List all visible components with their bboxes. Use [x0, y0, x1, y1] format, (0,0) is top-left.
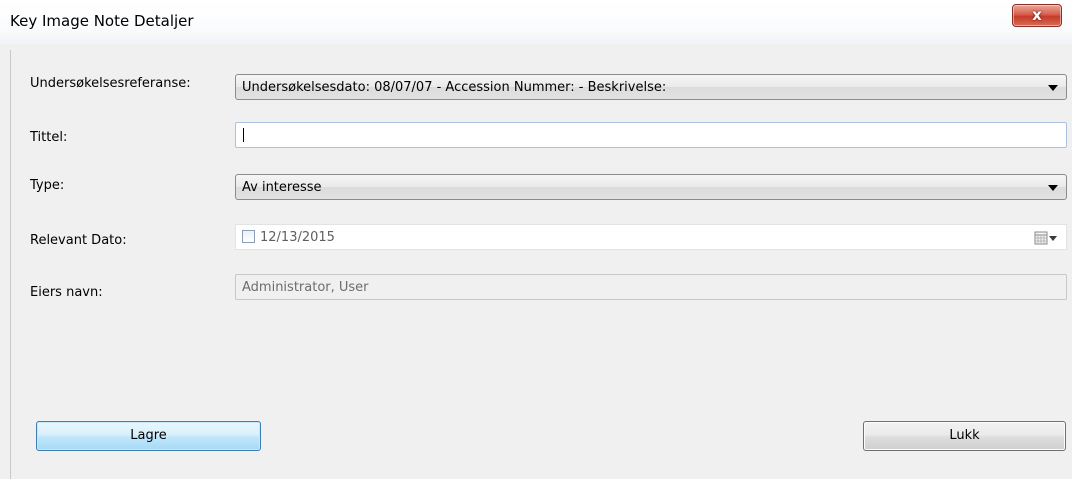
save-button[interactable]: Lagre [36, 421, 261, 451]
title-label: Tittel: [30, 130, 68, 145]
close-icon: x [1032, 6, 1042, 24]
relevant-date-label: Relevant Dato: [30, 233, 127, 248]
calendar-icon[interactable] [1034, 231, 1058, 245]
chevron-down-icon [1048, 85, 1058, 91]
exam-reference-value: Undersøkelsesdato: 08/07/07 - Accession … [242, 80, 667, 95]
type-dropdown[interactable]: Av interesse [235, 174, 1067, 200]
relevant-date-picker[interactable]: 12/13/2015 [235, 224, 1067, 250]
chevron-down-icon [1048, 185, 1058, 191]
owner-name-field: Administrator, User [235, 274, 1067, 300]
owner-name-label: Eiers navn: [30, 285, 103, 300]
close-window-button[interactable]: x [1012, 4, 1062, 27]
title-input[interactable] [235, 122, 1067, 148]
type-label: Type: [30, 178, 65, 193]
dialog-content: Undersøkelsesreferanse: Undersøkelsesdat… [10, 50, 1072, 479]
exam-reference-label: Undersøkelsesreferanse: [30, 76, 191, 91]
title-bar: Key Image Note Detaljer x [0, 0, 1072, 44]
relevant-date-value: 12/13/2015 [260, 230, 335, 245]
window-title: Key Image Note Detaljer [10, 12, 194, 30]
text-caret [243, 128, 244, 142]
close-button[interactable]: Lukk [863, 421, 1066, 451]
exam-reference-dropdown[interactable]: Undersøkelsesdato: 08/07/07 - Accession … [235, 74, 1067, 100]
checkbox-icon[interactable] [242, 230, 255, 243]
type-value: Av interesse [242, 180, 322, 195]
owner-name-value: Administrator, User [242, 280, 369, 295]
